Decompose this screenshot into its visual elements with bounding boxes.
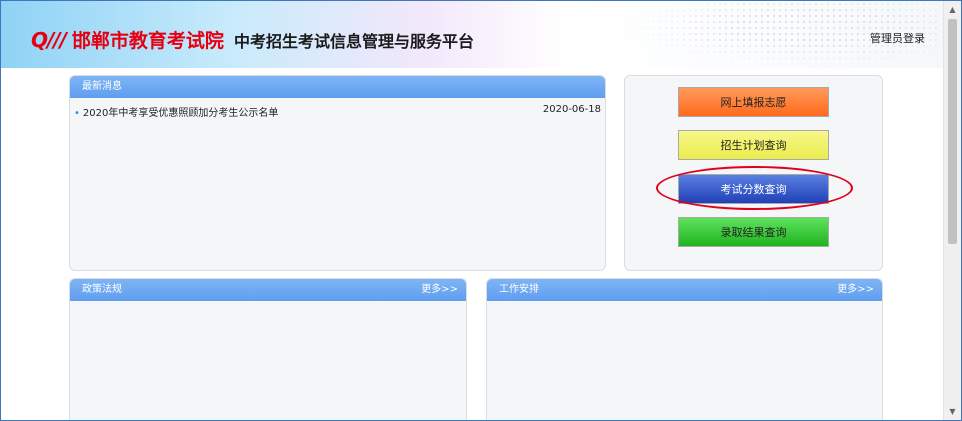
platform-title: 中考招生考试信息管理与服务平台 [233,31,474,51]
bullet-icon: • [74,108,80,119]
news-item[interactable]: • 2020年中考享受优惠照顾加分考生公示名单 2020-06-18 [70,98,605,119]
score-query-button[interactable]: 考试分数查询 [678,174,829,204]
admission-query-button[interactable]: 录取结果查询 [678,217,829,247]
quick-query-panel: 网上填报志愿 招生计划查询 考试分数查询 录取结果查询 [624,75,883,271]
plan-query-button[interactable]: 招生计划查询 [678,130,829,160]
site-header: Q/// 邯郸市教育考试院 中考招生考试信息管理与服务平台 管理员登录 [1,1,945,68]
policy-title: 政策法规 [82,284,122,295]
fill-volunteer-button[interactable]: 网上填报志愿 [678,87,829,117]
work-more-link[interactable]: 更多>> [837,279,874,301]
policy-more-link[interactable]: 更多>> [421,279,458,301]
scroll-down-icon[interactable]: ▼ [944,403,961,420]
latest-news-header: 最新消息 [70,76,605,98]
work-title: 工作安排 [499,284,539,295]
scroll-thumb[interactable] [948,19,957,244]
latest-news-title: 最新消息 [82,81,122,92]
latest-news-panel: 最新消息 • 2020年中考享受优惠照顾加分考生公示名单 2020-06-18 [69,75,606,271]
logo-mark-icon: Q/// [31,27,67,52]
site-logo[interactable]: Q/// 邯郸市教育考试院 中考招生考试信息管理与服务平台 [31,26,474,53]
work-panel: 工作安排 更多>> [486,278,883,420]
browser-frame: Q/// 邯郸市教育考试院 中考招生考试信息管理与服务平台 管理员登录 最新消息… [0,0,962,421]
policy-panel: 政策法规 更多>> [69,278,467,420]
news-item-title: 2020年中考享受优惠照顾加分考生公示名单 [82,108,279,119]
org-name: 邯郸市教育考试院 [71,30,224,52]
policy-header: 政策法规 更多>> [70,279,466,301]
scroll-up-icon[interactable]: ▲ [944,1,961,18]
vertical-scrollbar[interactable]: ▲ ▼ [943,1,961,420]
admin-login-link[interactable]: 管理员登录 [870,30,925,46]
news-item-date: 2020-06-18 [542,104,601,115]
work-header: 工作安排 更多>> [487,279,882,301]
